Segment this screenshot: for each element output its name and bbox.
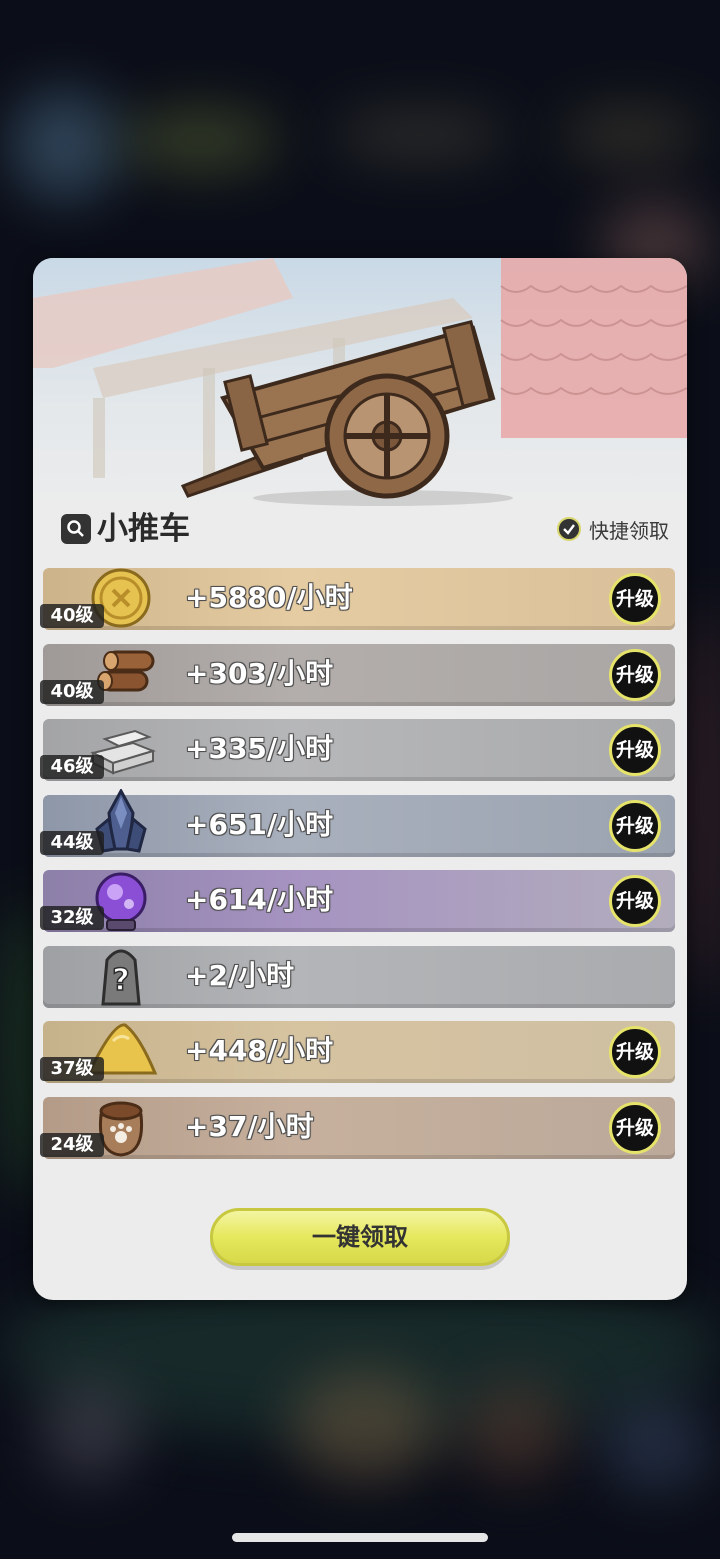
upgrade-button[interactable]: 升级 [609,724,661,776]
search-icon[interactable] [61,514,91,544]
resource-row-orb: 32级 +614/小时 升级 [40,870,675,932]
level-badge: 32级 [40,906,104,930]
resource-list: 40级 +5880/小时 升级 40级 +303/小时 升级 46级 +335/… [40,568,677,1172]
level-badge: 40级 [40,604,104,628]
claim-all-button[interactable]: 一键领取 [210,1208,510,1266]
resource-row-mystery: ? +2/小时 [43,945,675,1008]
check-icon [557,517,581,541]
level-badge: 44级 [40,830,104,855]
level-badge: 46级 [40,755,104,779]
production-rate: +5880/小时 [185,581,353,614]
cart-header-art [33,258,687,508]
quick-claim-toggle[interactable]: 快捷领取 [557,514,669,544]
upgrade-button[interactable]: 升级 [609,573,661,625]
production-rate: +651/小时 [185,807,334,841]
cart-panel: 小推车 快捷领取 40级 +5880/小时 升级 40级 +303/小时 升级 … [33,258,687,1300]
production-rate: +448/小时 [185,1034,334,1067]
production-rate: +303/小时 [185,656,334,690]
resource-row-sack: 24级 +37/小时 升级 [40,1096,675,1159]
resource-row-stone: 46级 +335/小时 升级 [40,719,675,781]
home-indicator[interactable] [232,1533,488,1542]
upgrade-button[interactable]: 升级 [609,1101,661,1154]
production-rate: +2/小时 [185,958,295,992]
mystery-item-icon: ? [101,949,141,1005]
production-rate: +335/小时 [185,732,334,765]
resource-row-wood: 40级 +303/小时 升级 [40,643,675,706]
svg-text:?: ? [112,963,129,998]
upgrade-button[interactable]: 升级 [609,648,661,701]
production-rate: +614/小时 [185,883,334,916]
level-badge: 37级 [40,1057,104,1081]
title-row: 小推车 快捷领取 [59,508,669,548]
resource-row-crystal: 44级 +651/小时 升级 [40,788,675,857]
upgrade-button[interactable]: 升级 [609,799,661,852]
upgrade-button[interactable]: 升级 [609,875,661,927]
upgrade-button[interactable]: 升级 [609,1026,661,1078]
quick-claim-label: 快捷领取 [589,518,669,543]
level-badge: 40级 [40,679,104,704]
resource-row-sand: 37级 +448/小时 升级 [40,1021,675,1083]
resource-row-gold: 40级 +5880/小时 升级 [40,568,675,630]
panel-title: 小推车 [97,511,190,547]
production-rate: +37/小时 [185,1109,314,1143]
level-badge: 24级 [40,1132,104,1157]
